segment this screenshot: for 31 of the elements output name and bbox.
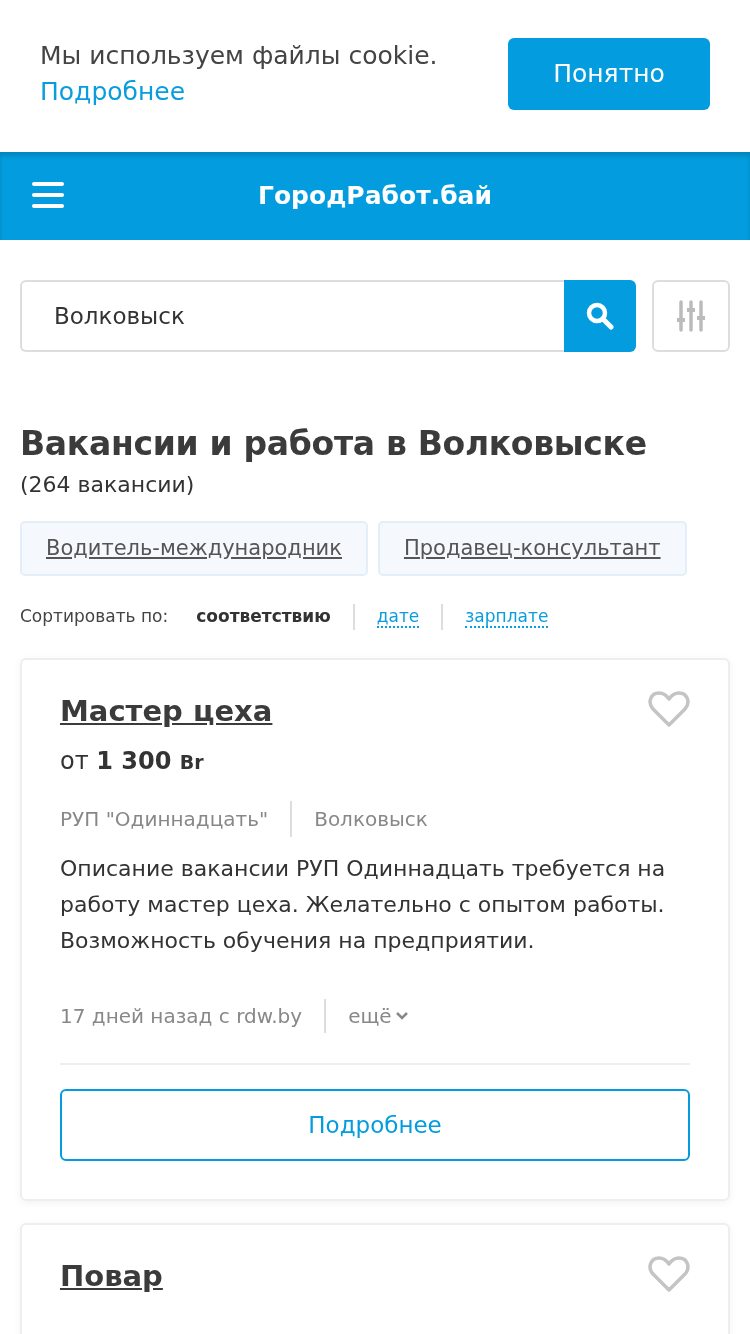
cookie-message: Мы используем файлы cookie. [40,40,438,72]
tag-chip[interactable]: Водитель-международник [20,520,368,577]
heart-icon[interactable] [648,1255,690,1294]
more-link[interactable]: Подробнее [40,77,186,106]
posted-date: 17 дней назад с rdw.by [60,1003,303,1031]
source-link[interactable]: rdw.by [236,1004,303,1029]
vacancy-description: Описание вакансии РУП Одиннадцать требуется на работу мастер цеха. Желательно с опытом работы. Возможность обучения на предприятии. [60,855,667,956]
sort-label: Сортировать по: [20,605,169,629]
more-toggle[interactable]: ещё [348,1001,408,1032]
page-heading: Вакансии и работа в Волковыске [20,424,648,464]
sort-option[interactable]: соответствию [196,604,353,630]
sort-option[interactable]: дате [352,604,442,630]
search-icon [586,302,614,330]
vacancy-title[interactable]: Повар [60,1255,163,1299]
accept-button[interactable]: Понятно [508,38,710,110]
salary: от 1 300 Br [60,746,205,778]
menu-icon[interactable] [32,182,64,208]
vacancy-title[interactable]: Мастер цеха [60,689,273,734]
chevron-down-icon [395,1012,408,1021]
sliders-icon [677,300,705,332]
heart-icon[interactable] [648,689,690,728]
company-name: РУП "Одиннадцать" [60,806,269,834]
details-button[interactable]: Подробнее [60,1089,690,1162]
search-button[interactable] [564,280,636,352]
site-title[interactable]: ГородРабот.бай [258,177,492,215]
city-name: Волковыск [314,806,428,834]
tag-chip[interactable]: Продавец-консультант [377,520,687,577]
search-field[interactable]: Волковыск [20,280,564,352]
sort-option[interactable]: зарплате [441,604,571,630]
vacancy-count: (264 вакансии) [20,470,196,499]
filter-button[interactable] [652,280,730,352]
